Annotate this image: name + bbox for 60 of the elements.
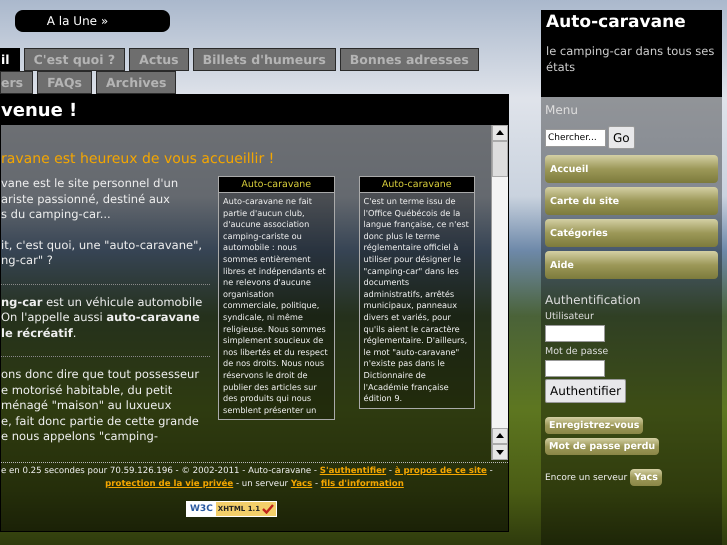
body-text-line: le récréatif.: [1, 326, 78, 341]
field-label: Mot de passe: [545, 346, 608, 357]
site-title[interactable]: Auto-caravane: [546, 12, 717, 32]
body-text-line: s du camping-car...: [1, 207, 112, 222]
body-text-line: ons donc dire que tout possesseur: [1, 367, 200, 382]
nav-tab[interactable]: ers: [0, 71, 34, 94]
menu-item[interactable]: Catégories: [545, 219, 718, 247]
nav-tab[interactable]: Billets d'humeurs: [192, 48, 336, 71]
body-text-line: e motorisé habitable, du petit: [1, 382, 174, 398]
body-text-line: vane est le site personnel d'un: [1, 176, 180, 192]
nav-tab[interactable]: Bonnes adresses: [340, 48, 479, 71]
search-field[interactable]: Chercher...: [545, 128, 606, 146]
body-text-line: it, c'est quoi, une "auto-caravane",: [1, 238, 204, 253]
username-field[interactable]: [545, 325, 605, 342]
nav-tab[interactable]: Actus: [129, 48, 189, 71]
body-text-line: e, fait donc partie de cette grande: [1, 414, 200, 429]
body-text-line: ng-car est un véhicule automobile: [1, 294, 204, 310]
login-button[interactable]: Authentifier: [545, 379, 626, 403]
yacs-link[interactable]: Yacs: [630, 469, 662, 486]
body-text-line: ariste passionné, destiné aux: [1, 192, 171, 207]
menu-heading: Menu: [545, 103, 578, 117]
footer-link[interactable]: fils d'information: [320, 478, 404, 488]
scroll-down-icon[interactable]: [492, 444, 508, 460]
nav-tab[interactable]: Archives: [96, 71, 176, 94]
nav-tab[interactable]: C'est quoi ?: [24, 48, 126, 71]
box-text: C'est un terme issu de l'Office Québécois de la langue française, ce n'est donc plus le terme réglementaire officiel à utiliser pour désigner le "camping-car" dans les documents administratifs, arrêtés municipaux, panneaux divers et variés, pour qu'ils aient le caractère réglementaire. D'ailleurs, le mot "auto-caravane" n'existe pas dans le Dictionnaire de l'Académie française édition 9.: [362, 195, 470, 406]
footer-text: e en 0.25 secondes pour 70.59.126.196 - © 2002-2011 - Auto-caravane - S'authentifier - à propos de ce site -: [1, 464, 494, 478]
site-tagline: le camping-car dans tous ses états: [546, 43, 716, 75]
box-title: Auto-caravane: [382, 179, 452, 190]
auth-heading: Authentification: [545, 293, 641, 307]
checkmark-icon: [262, 504, 274, 514]
menu-item[interactable]: Carte du site: [545, 187, 718, 215]
scroll-up-icon[interactable]: [492, 428, 508, 444]
page-title: venue !: [1, 100, 78, 120]
footer-link[interactable]: Yacs: [290, 478, 312, 488]
nav-tab[interactable]: FAQs: [37, 71, 92, 94]
sidebar-link[interactable]: Enregistrez-vous: [545, 417, 644, 434]
box-text: Auto-caravane ne fait partie d'aucun club, d'aucune association camping-cariste ou automobile : nous sommes entièrement libres et indépendants et ne relevons d'aucune organisation commerciale, politique, syndicale, ni même religieuse. Nous sommes simplement soucieux de nos libertés et du respect de nos droits. Nous nous réservons le droit de publier des articles sur des produits qui nous semblent présenter un: [222, 195, 329, 417]
body-text-line: ménagé "maison" au luxueux: [1, 398, 172, 414]
footer-text: protection de la vie privée - un serveur Yacs - fils d'information: [104, 478, 405, 490]
scroll-up-icon[interactable]: [492, 125, 508, 141]
top-link[interactable]: A la Une »: [15, 10, 170, 32]
scroll-thumb[interactable]: [492, 141, 508, 177]
box-title: Auto-caravane: [241, 179, 312, 190]
server-text: Encore un serveur: [545, 472, 628, 482]
scrollbar[interactable]: [491, 125, 508, 460]
footer-link[interactable]: protection de la vie privée: [105, 478, 234, 488]
body-text-line: e nous appelons "camping-: [1, 429, 159, 444]
menu-item[interactable]: Accueil: [545, 155, 718, 183]
welcome-heading: ravane est heureux de vous accueillir !: [1, 151, 276, 167]
go-button[interactable]: Go: [608, 126, 635, 149]
footer-link[interactable]: S'authentifier: [320, 466, 386, 476]
menu-item[interactable]: Aide: [545, 251, 718, 279]
nav-tab[interactable]: il: [0, 48, 20, 71]
password-field[interactable]: [545, 360, 605, 377]
sidebar-link[interactable]: Mot de passe perdu: [545, 438, 660, 455]
footer-link[interactable]: à propos de ce site: [394, 466, 487, 476]
body-text-line: On l'appelle aussi auto-caravane: [1, 310, 201, 326]
field-label: Utilisateur: [545, 311, 594, 322]
body-text-line: ng-car" ?: [1, 253, 54, 268]
